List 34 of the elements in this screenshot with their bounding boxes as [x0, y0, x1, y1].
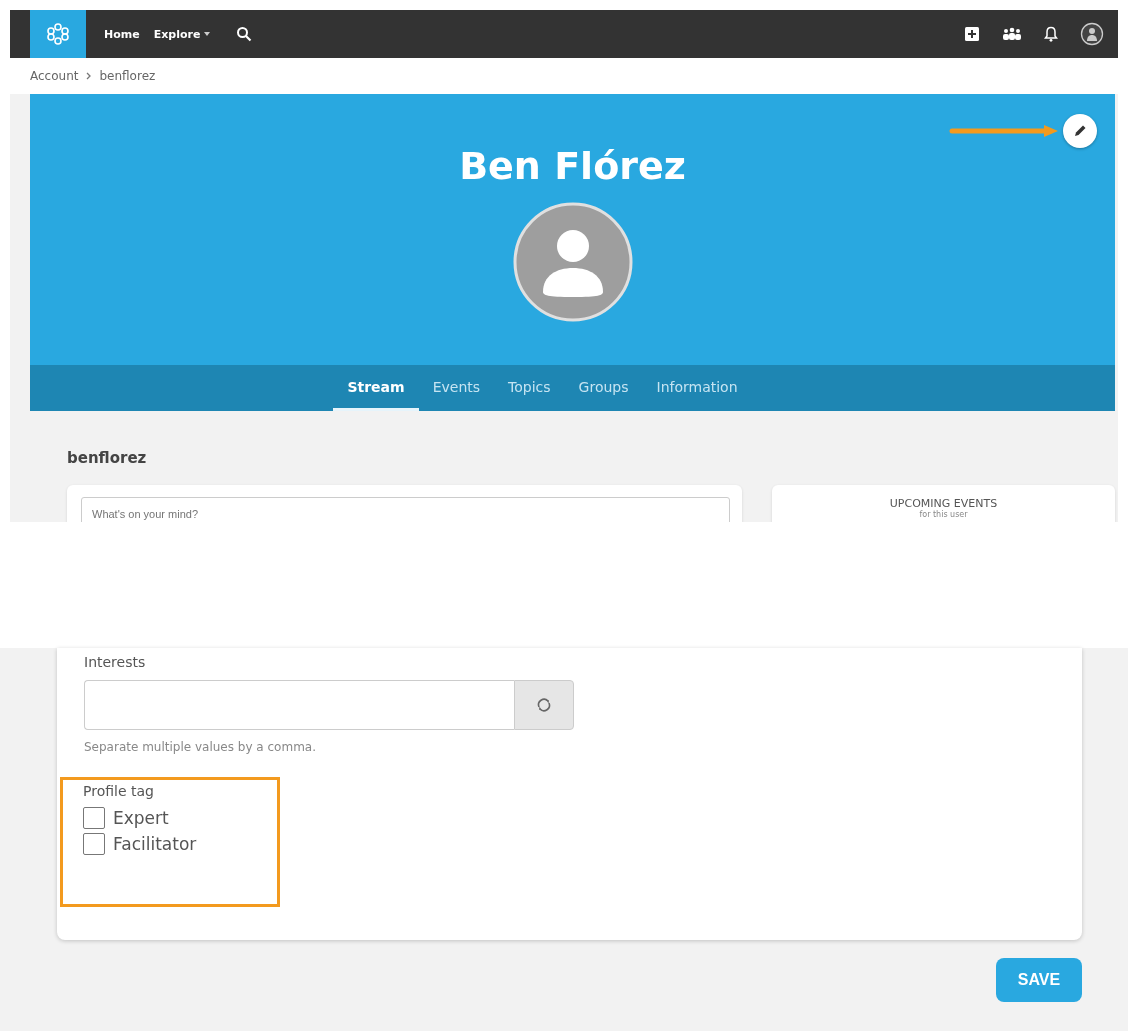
edit-button[interactable]: [1063, 114, 1097, 148]
explore-dropdown[interactable]: Explore: [153, 27, 211, 41]
save-button[interactable]: SAVE: [996, 958, 1082, 1002]
post-input-field[interactable]: What's on your mind?: [81, 497, 730, 522]
field-label: Interests: [84, 654, 147, 670]
bell-icon[interactable]: [1044, 26, 1058, 42]
breadcrumb-link[interactable]: Account: [30, 69, 79, 83]
pencil-icon: [1072, 123, 1088, 139]
interests-input-field[interactable]: [84, 680, 514, 730]
checkbox[interactable]: [83, 833, 105, 855]
avatar-icon[interactable]: [1080, 22, 1104, 46]
nav-link[interactable]: Home: [104, 27, 140, 41]
search-icon[interactable]: [236, 26, 253, 42]
username-heading: benflorez: [66, 448, 148, 469]
logo-icon[interactable]: [30, 10, 86, 58]
events-subtitle: for this user: [919, 510, 968, 519]
profile-tab[interactable]: Groups: [564, 365, 643, 411]
profile-tab[interactable]: Events: [418, 365, 495, 411]
profile-tab[interactable]: Topics: [494, 365, 565, 411]
field-label: Profile tag: [83, 783, 155, 799]
profile-name: Ben Flórez: [459, 144, 686, 188]
caret-icon: [204, 32, 211, 36]
profile-tab[interactable]: Information: [642, 365, 752, 411]
help-text: Separate multiple values by a comma.: [84, 740, 317, 754]
chevron-icon: [86, 72, 92, 80]
checkbox-label: Expert: [113, 808, 169, 828]
checkbox-label: Facilitator: [113, 834, 197, 854]
breadcrumb-link[interactable]: benflorez: [99, 69, 156, 83]
checkbox[interactable]: [83, 807, 105, 829]
people-icon[interactable]: [1002, 27, 1022, 41]
profile-tab[interactable]: Stream: [333, 365, 419, 411]
events-title: UPCOMING EVENTS: [889, 497, 998, 510]
refresh-icon: [535, 696, 553, 714]
add-icon[interactable]: [964, 26, 980, 42]
